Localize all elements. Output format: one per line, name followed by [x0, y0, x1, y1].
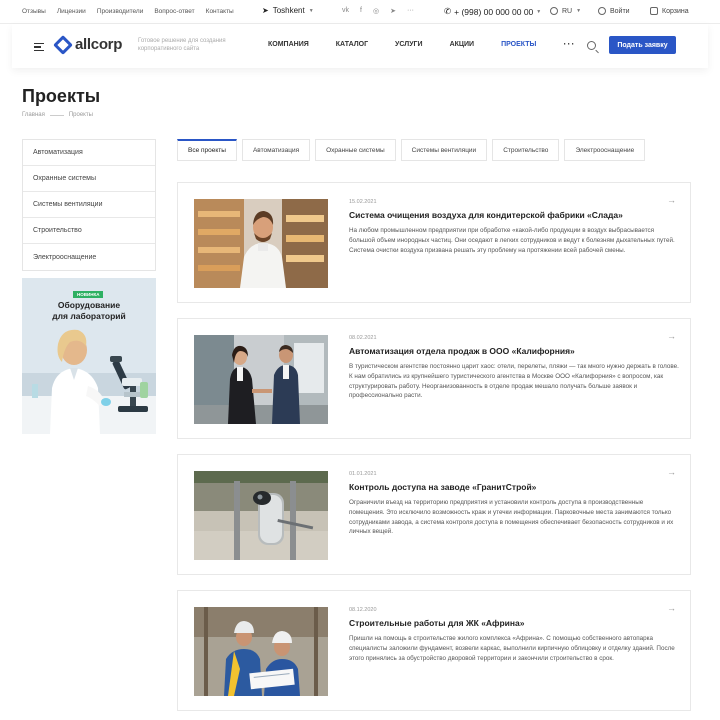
- project-image-handshake: [194, 335, 328, 424]
- promo-banner[interactable]: НОВИНКА Оборудование для лабораторий: [22, 278, 156, 434]
- logo-text: allcorp: [75, 36, 123, 53]
- nav-item-services[interactable]: Услуги: [395, 41, 423, 49]
- nav-item-projects[interactable]: Проекты: [501, 41, 536, 49]
- breadcrumb-current: Проекты: [68, 112, 93, 118]
- project-title[interactable]: Строительные работы для ЖК «Африна»: [349, 618, 525, 628]
- submit-request-button[interactable]: Подать заявку: [609, 36, 676, 54]
- project-image-bakery: [194, 199, 328, 288]
- chevron-down-icon: ▼: [576, 8, 582, 14]
- nav-item-promotions[interactable]: Акции: [450, 41, 475, 49]
- login-label: Войти: [610, 7, 630, 15]
- search-icon[interactable]: [587, 41, 596, 50]
- top-link-licenses[interactable]: Лицензии: [57, 8, 86, 15]
- project-card[interactable]: 08.02.2021 Автоматизация отдела продаж в…: [177, 318, 691, 439]
- promo-title: Оборудование для лабораторий: [22, 300, 156, 322]
- project-card[interactable]: 01.01.2021 Контроль доступа на заводе «Г…: [177, 454, 691, 575]
- breadcrumb: Главная Проекты: [22, 112, 93, 118]
- project-card[interactable]: 15.02.2021 Система очищения воздуха для …: [177, 182, 691, 303]
- project-card[interactable]: 08.12.2020 Строительные работы для ЖК «А…: [177, 590, 691, 711]
- top-link-faq[interactable]: Вопрос-ответ: [154, 8, 194, 15]
- project-description: На любом промышленном предприятии при об…: [349, 227, 675, 254]
- tab-all-projects[interactable]: Все проекты: [177, 139, 237, 161]
- location-pin-icon: ➤: [262, 6, 269, 15]
- promo-title-line1: Оборудование: [57, 300, 121, 310]
- project-description: В туристическом агентстве постоянно цари…: [349, 363, 679, 400]
- globe-icon: [550, 7, 558, 15]
- nav-item-catalog[interactable]: Каталог: [336, 41, 368, 49]
- page-title: Проекты: [22, 86, 101, 106]
- facebook-icon[interactable]: f: [360, 7, 362, 15]
- language-label: RU: [562, 7, 573, 15]
- tab-electrical[interactable]: Электрооснащение: [564, 139, 646, 161]
- sidebar-item-electrical[interactable]: Электрооснащение: [23, 244, 155, 270]
- phone-icon: ✆: [444, 6, 452, 16]
- promo-title-line2: для лабораторий: [52, 311, 126, 321]
- top-link-reviews[interactable]: Отзывы: [22, 8, 46, 15]
- main-nav: Компания Каталог Услуги Акции Проекты ··…: [268, 39, 602, 49]
- chevron-down-icon: ▼: [308, 7, 314, 14]
- logo[interactable]: allcorp: [53, 34, 123, 55]
- top-link-contacts[interactable]: Контакты: [206, 8, 234, 15]
- phone-selector[interactable]: ✆ + (998) 00 000 00 00 ▼: [444, 6, 541, 17]
- project-date: 15.02.2021: [349, 199, 377, 205]
- sidebar-item-construction[interactable]: Строительство: [23, 218, 155, 244]
- cart-label: Корзина: [662, 7, 689, 15]
- cart-link[interactable]: Корзина: [650, 7, 689, 15]
- user-icon: [598, 7, 606, 15]
- arrow-right-icon[interactable]: →: [667, 331, 676, 341]
- sidebar-item-security[interactable]: Охранные системы: [23, 166, 155, 192]
- tab-construction[interactable]: Строительство: [492, 139, 560, 161]
- arrow-right-icon[interactable]: →: [667, 467, 676, 477]
- menu-icon[interactable]: [34, 43, 44, 53]
- new-badge: НОВИНКА: [73, 291, 104, 298]
- project-filter-tabs: Все проекты Автоматизация Охранные систе…: [177, 139, 646, 161]
- main-header: allcorp Готовое решение для создания кор…: [12, 24, 708, 68]
- tab-automation[interactable]: Автоматизация: [241, 139, 311, 161]
- breadcrumb-home[interactable]: Главная: [22, 112, 45, 118]
- sidebar-item-ventilation[interactable]: Системы вентиляции: [23, 192, 155, 218]
- nav-item-company[interactable]: Компания: [268, 41, 309, 49]
- more-icon[interactable]: ···: [407, 7, 414, 15]
- top-link-manufacturers[interactable]: Производители: [97, 8, 144, 15]
- project-title[interactable]: Система очищения воздуха для кондитерско…: [349, 210, 623, 220]
- chevron-down-icon: ▼: [536, 8, 542, 15]
- top-bar: Отзывы Лицензии Производители Вопрос-отв…: [0, 0, 720, 24]
- arrow-right-icon[interactable]: →: [667, 195, 676, 205]
- nav-more-icon[interactable]: ···: [563, 39, 575, 49]
- city-label: Toshkent: [272, 6, 305, 15]
- sidebar-item-automation[interactable]: Автоматизация: [23, 140, 155, 166]
- tagline: Готовое решение для создания корпоративн…: [138, 38, 226, 52]
- tab-ventilation[interactable]: Системы вентиляции: [400, 139, 488, 161]
- city-selector[interactable]: ➤ Toshkent ▼: [262, 6, 314, 15]
- project-description: Ограничили въезд на территорию предприят…: [349, 499, 674, 536]
- cart-icon: [650, 7, 658, 15]
- project-image-builders: [194, 607, 328, 696]
- social-links: vk f ◎ ➤ ···: [342, 7, 414, 15]
- top-links: Отзывы Лицензии Производители Вопрос-отв…: [22, 8, 234, 15]
- phone-number: + (998) 00 000 00 00: [454, 6, 534, 17]
- tab-security[interactable]: Охранные системы: [315, 139, 396, 161]
- arrow-right-icon[interactable]: →: [667, 603, 676, 613]
- language-selector[interactable]: RU ▼: [550, 7, 581, 15]
- project-image-turnstile: [194, 471, 328, 560]
- instagram-icon[interactable]: ◎: [373, 7, 379, 15]
- project-date: 08.12.2020: [349, 607, 377, 613]
- login-link[interactable]: Войти: [598, 7, 630, 15]
- breadcrumb-separator: [49, 114, 64, 116]
- logo-mark-icon: [53, 34, 73, 55]
- sidebar-menu: Автоматизация Охранные системы Системы в…: [22, 139, 156, 271]
- project-date: 01.01.2021: [349, 471, 377, 477]
- project-title[interactable]: Автоматизация отдела продаж в ООО «Калиф…: [349, 346, 575, 356]
- project-title[interactable]: Контроль доступа на заводе «ГранитСтрой»: [349, 482, 536, 492]
- vk-icon[interactable]: vk: [342, 7, 349, 15]
- telegram-icon[interactable]: ➤: [390, 7, 396, 15]
- project-description: Пришли на помощь в строительстве жилого …: [349, 635, 675, 662]
- project-date: 08.02.2021: [349, 335, 377, 341]
